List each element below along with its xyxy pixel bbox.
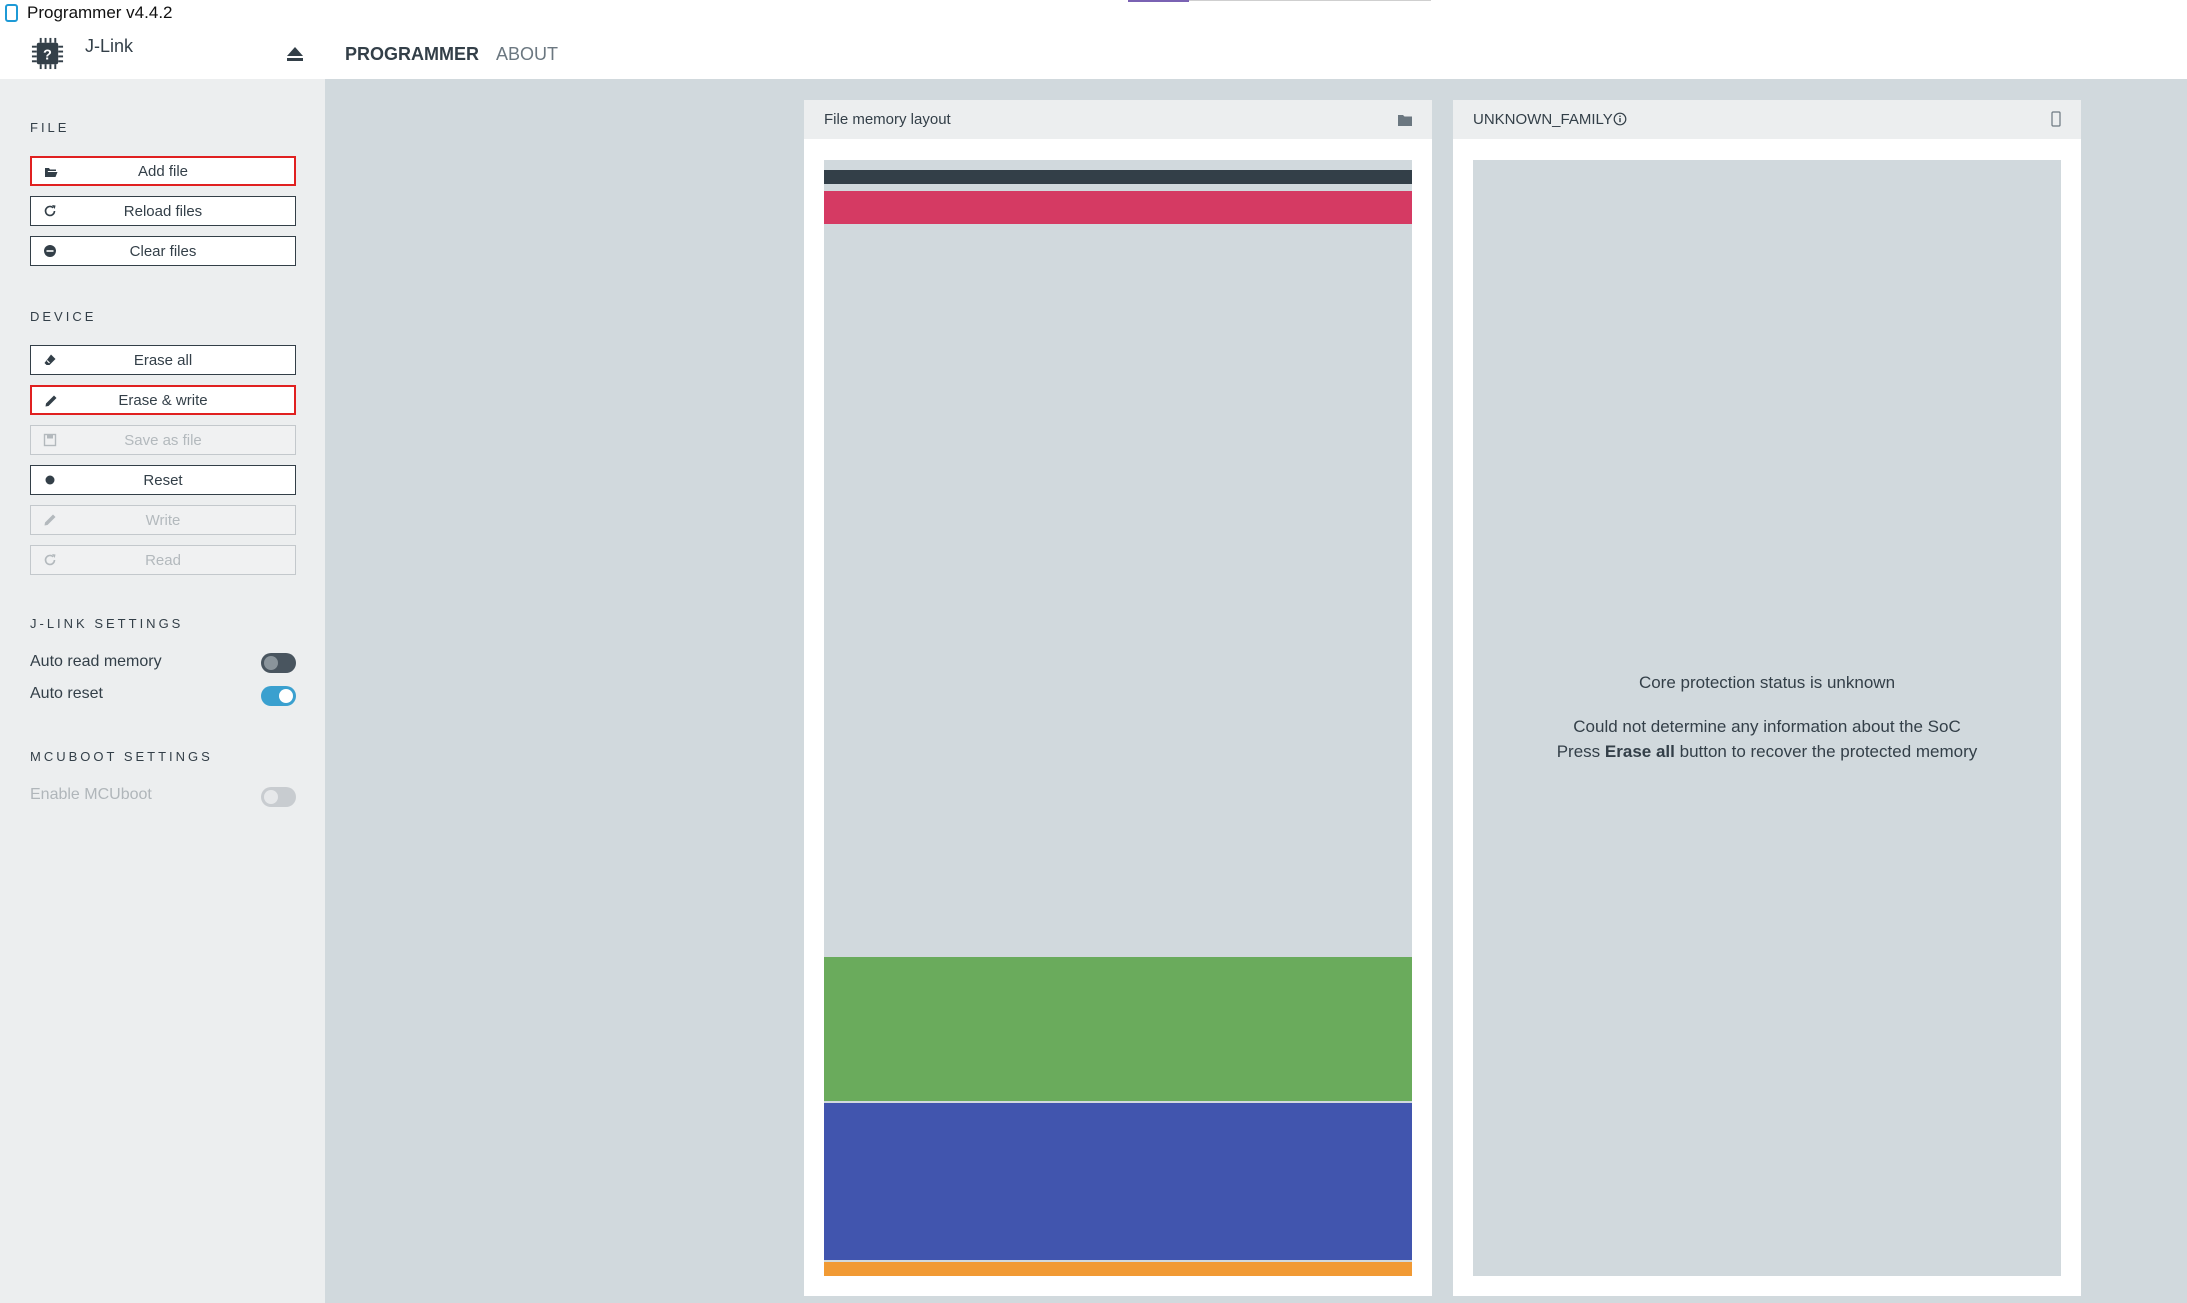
- auto-read-memory-toggle[interactable]: [261, 653, 296, 673]
- folder-open-icon: [45, 168, 58, 177]
- erase-and-write-button[interactable]: Erase & write: [30, 385, 296, 415]
- auto-reset-toggle[interactable]: [261, 686, 296, 706]
- enable-mcuboot-label: Enable MCUboot: [30, 786, 152, 803]
- sidebar: FILE Add file Reload files Clear files D…: [0, 79, 325, 1303]
- read-button[interactable]: Read: [30, 545, 296, 575]
- section-title-file: FILE: [30, 120, 70, 135]
- folder-icon[interactable]: [1398, 114, 1412, 126]
- memory-region[interactable]: [824, 957, 1412, 1101]
- soc-info-message: Could not determine any information abou…: [1573, 717, 1961, 736]
- save-as-file-label: Save as file: [124, 431, 202, 449]
- svg-text:?: ?: [43, 47, 52, 63]
- eraser-icon: [44, 354, 56, 365]
- eject-icon[interactable]: [285, 44, 305, 64]
- device-name[interactable]: J-Link: [85, 36, 133, 57]
- core-protection-status: Core protection status is unknown: [1638, 673, 1896, 692]
- toggle-knob: [264, 656, 278, 670]
- memory-region[interactable]: [824, 170, 1412, 184]
- app-icon: [5, 4, 18, 22]
- save-icon: [43, 433, 57, 447]
- device-family-title: UNKNOWN_FAMILY: [1473, 111, 1613, 128]
- title-accent-line-gray: [1189, 0, 1431, 1]
- title-accent-line: [1128, 0, 1189, 2]
- auto-read-memory-label: Auto read memory: [30, 653, 162, 670]
- memory-layout-view: [824, 160, 1412, 1276]
- erase-all-button[interactable]: Erase all: [30, 345, 296, 375]
- file-panel-header: File memory layout: [804, 100, 1432, 139]
- device-panel-header: UNKNOWN_FAMILY: [1453, 100, 2081, 139]
- clear-files-button[interactable]: Clear files: [30, 236, 296, 266]
- top-nav-bar: ? J-Link PROGRAMMER ABOUT: [0, 26, 2187, 79]
- section-title-jlink-settings: J-LINK SETTINGS: [30, 616, 184, 631]
- recover-instructions: Press Erase all button to recover the pr…: [1473, 742, 2061, 762]
- pencil-icon: [44, 514, 56, 526]
- refresh-icon: [44, 554, 56, 566]
- add-file-button[interactable]: Add file: [30, 156, 296, 186]
- memory-region: [824, 224, 1412, 957]
- section-title-device: DEVICE: [30, 309, 97, 324]
- erase-all-label: Erase all: [133, 351, 193, 369]
- toggle-knob: [264, 790, 278, 804]
- tab-about[interactable]: ABOUT: [496, 44, 558, 65]
- window-title: Programmer v4.4.2: [27, 3, 173, 22]
- save-as-file-button[interactable]: Save as file: [30, 425, 296, 455]
- press-suffix: button to recover the protected memory: [1679, 742, 1978, 761]
- write-label: Write: [145, 511, 181, 529]
- erase-all-hint: Erase all: [1604, 742, 1675, 761]
- tab-programmer[interactable]: PROGRAMMER: [345, 44, 479, 65]
- erase-and-write-label: Erase & write: [118, 391, 208, 409]
- reset-button[interactable]: Reset: [30, 465, 296, 495]
- add-file-label: Add file: [137, 162, 189, 180]
- section-title-mcuboot-settings: MCUBOOT SETTINGS: [30, 749, 213, 764]
- device-chip-icon[interactable]: [2051, 111, 2061, 127]
- file-memory-layout-panel: File memory layout: [804, 100, 1432, 1296]
- info-icon[interactable]: [1613, 112, 1627, 126]
- device-memory-view: Core protection status is unknown Could …: [1473, 160, 2061, 1276]
- memory-region[interactable]: [824, 1103, 1412, 1260]
- file-panel-title: File memory layout: [824, 111, 951, 128]
- window-titlebar: Programmer v4.4.2: [0, 0, 2187, 26]
- minus-circle-icon: [44, 245, 56, 257]
- device-memory-panel: UNKNOWN_FAMILY Core protection status is…: [1453, 100, 2081, 1296]
- write-button[interactable]: Write: [30, 505, 296, 535]
- press-prefix: Press: [1556, 742, 1601, 761]
- memory-region[interactable]: [824, 191, 1412, 224]
- enable-mcuboot-toggle[interactable]: [261, 787, 296, 807]
- pencil-icon: [45, 395, 57, 407]
- refresh-icon: [44, 205, 56, 217]
- memory-region[interactable]: [824, 1262, 1412, 1276]
- reload-files-button[interactable]: Reload files: [30, 196, 296, 226]
- reset-label: Reset: [143, 471, 183, 489]
- reload-files-label: Reload files: [123, 202, 203, 220]
- read-label: Read: [145, 551, 181, 569]
- clear-files-label: Clear files: [129, 242, 197, 260]
- chip-icon[interactable]: ?: [30, 36, 65, 71]
- dot-icon: [45, 475, 55, 485]
- toggle-knob: [279, 689, 293, 703]
- auto-reset-label: Auto reset: [30, 685, 103, 702]
